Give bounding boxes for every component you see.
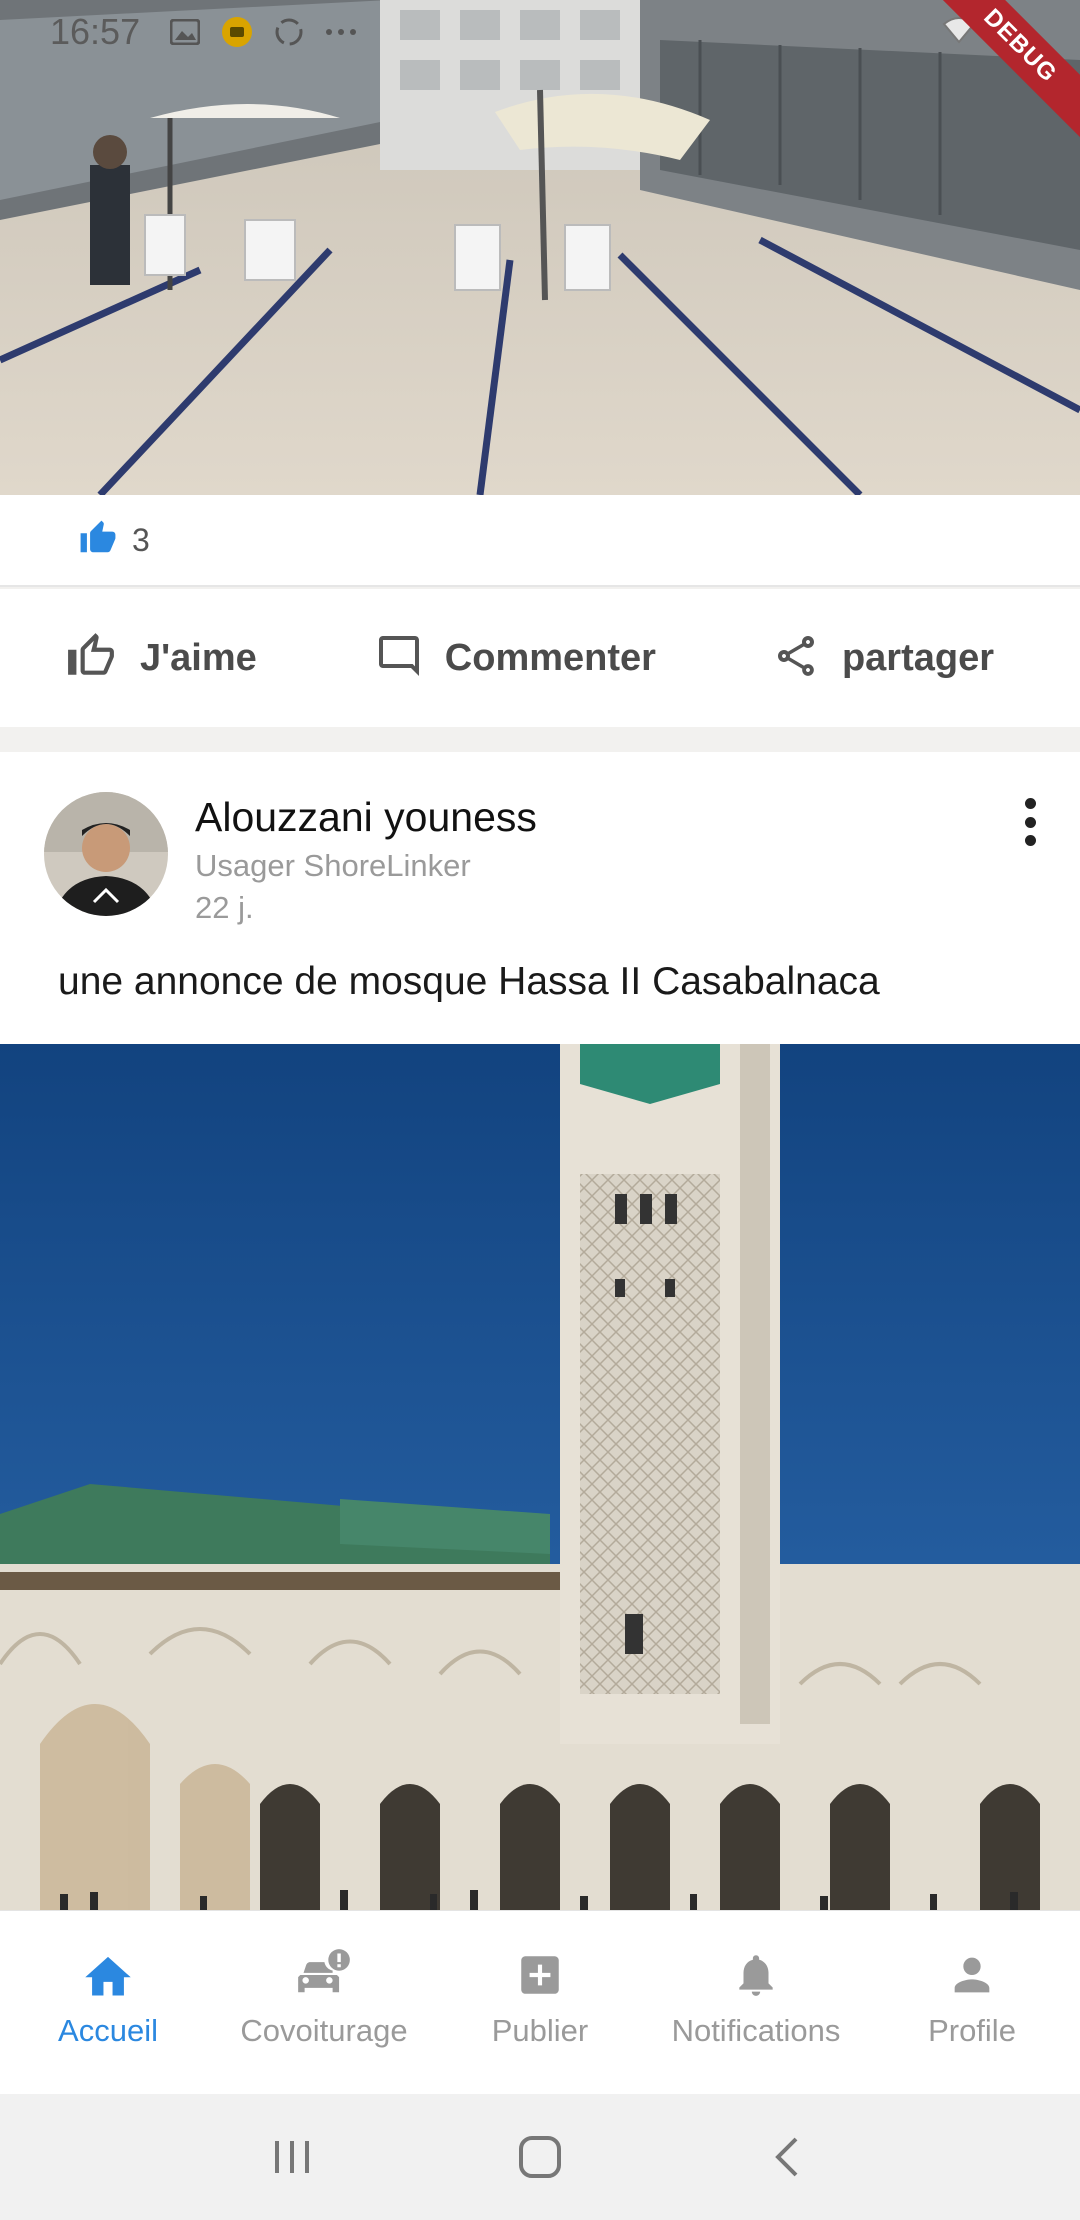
home-icon bbox=[80, 1947, 136, 2003]
share-button[interactable]: partager bbox=[772, 589, 994, 727]
back-icon[interactable] bbox=[757, 2127, 817, 2187]
avatar[interactable] bbox=[44, 792, 168, 916]
like-label: J'aime bbox=[140, 636, 257, 679]
record-icon bbox=[220, 15, 254, 49]
thumb-up-filled-icon bbox=[78, 519, 118, 562]
nav-item-covoiturage[interactable]: Covoiturage bbox=[216, 1911, 432, 2094]
add-box-icon bbox=[512, 1947, 568, 2003]
like-count: 3 bbox=[132, 521, 150, 558]
post-age: 22 j. bbox=[195, 890, 254, 925]
post-image-plaza[interactable] bbox=[0, 0, 1080, 495]
author-role: Usager ShoreLinker bbox=[195, 848, 471, 883]
nav-item-profile[interactable]: Profile bbox=[864, 1911, 1080, 2094]
nav-label-accueil: Accueil bbox=[58, 2013, 158, 2048]
post-actions: J'aime Commenter partager bbox=[0, 589, 1080, 727]
nav-label-profile: Profile bbox=[928, 2013, 1016, 2048]
nav-label-notifications: Notifications bbox=[671, 2013, 841, 2048]
more-notifications-icon bbox=[324, 15, 358, 49]
post-image-mosque[interactable] bbox=[0, 1044, 1080, 1910]
gallery-icon bbox=[168, 15, 202, 49]
recent-apps-icon[interactable] bbox=[263, 2127, 323, 2187]
like-button[interactable]: J'aime bbox=[64, 589, 257, 727]
nav-label-covoiturage: Covoiturage bbox=[240, 2013, 408, 2048]
comment-label: Commenter bbox=[444, 636, 656, 679]
nav-label-publier: Publier bbox=[491, 2013, 589, 2048]
comment-icon bbox=[375, 632, 423, 685]
post-card: Alouzzani youness Usager ShoreLinker 22 … bbox=[0, 752, 1080, 1044]
plaza-photo-illustration bbox=[0, 0, 1080, 495]
mosque-photo-illustration bbox=[0, 1044, 1080, 1910]
system-navigation-bar bbox=[0, 2094, 1080, 2220]
nav-item-notifications[interactable]: Notifications bbox=[648, 1911, 864, 2094]
author-name[interactable]: Alouzzani youness bbox=[195, 794, 537, 841]
nav-item-publier[interactable]: Publier bbox=[432, 1911, 648, 2094]
nav-item-accueil[interactable]: Accueil bbox=[0, 1911, 216, 2094]
sync-icon bbox=[272, 15, 306, 49]
post-text: une annonce de mosque Hassa II Casabalna… bbox=[58, 960, 880, 1003]
thumb-up-outline-icon bbox=[64, 631, 118, 686]
status-time: 16:57 bbox=[50, 11, 141, 52]
share-label: partager bbox=[841, 636, 995, 679]
comment-button[interactable]: Commenter bbox=[375, 589, 656, 727]
person-icon bbox=[944, 1947, 1000, 2003]
bottom-navigation: Accueil Covoiturage Publier Notification… bbox=[0, 1910, 1080, 2094]
bell-icon bbox=[728, 1947, 784, 2003]
status-bar: 16:57 bbox=[0, 0, 1080, 64]
more-options-icon[interactable] bbox=[1010, 792, 1050, 852]
reaction-summary[interactable]: 3 bbox=[0, 495, 1080, 587]
car-alert-icon bbox=[296, 1947, 352, 2003]
home-button-icon[interactable] bbox=[510, 2127, 570, 2187]
share-icon bbox=[772, 632, 820, 685]
